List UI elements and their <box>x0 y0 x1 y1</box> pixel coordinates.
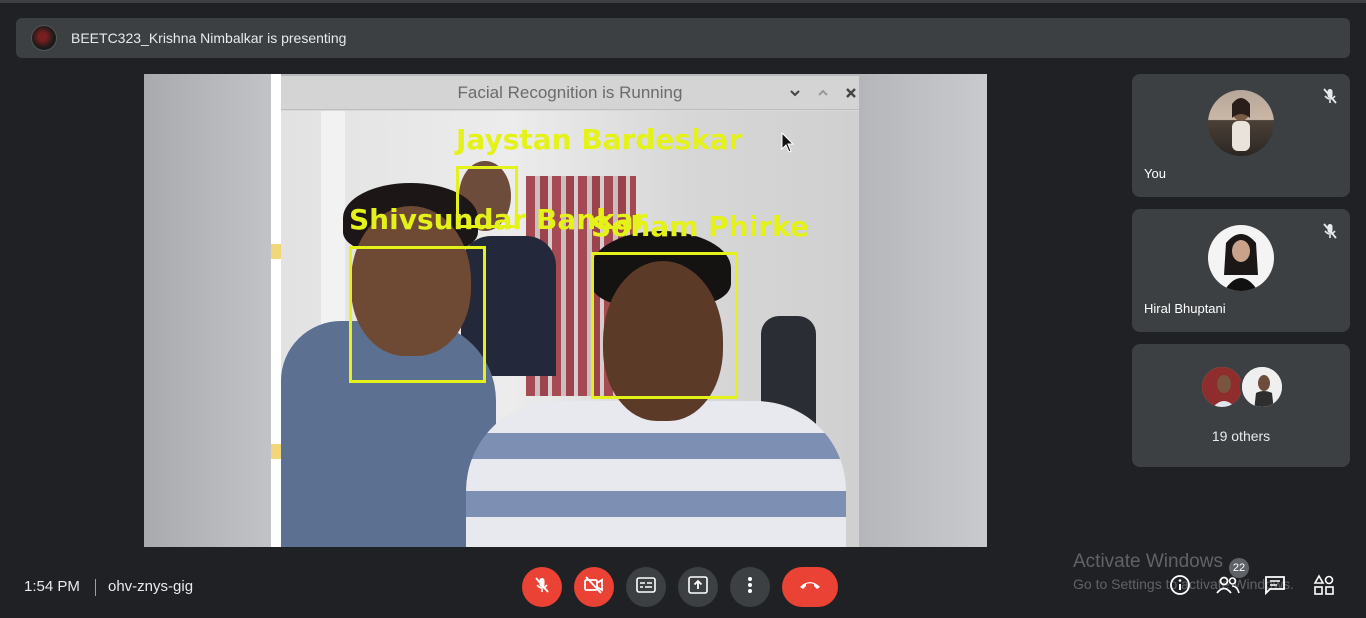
other-avatar-2 <box>1240 365 1284 409</box>
background-document-marks <box>271 74 281 547</box>
face-label-soham: Soham Phirke <box>591 210 809 243</box>
person-right-body <box>466 401 846 547</box>
chevron-down-icon <box>785 83 805 103</box>
mic-off-icon <box>1320 221 1340 241</box>
captions-button[interactable] <box>626 567 666 607</box>
leave-call-icon <box>798 578 822 596</box>
activities-button[interactable] <box>1312 573 1336 601</box>
leave-call-button[interactable] <box>782 567 838 607</box>
present-now-button[interactable] <box>678 567 718 607</box>
screen-right-margin <box>859 74 987 547</box>
chevron-up-icon <box>813 83 833 103</box>
more-options-button[interactable] <box>730 567 770 607</box>
meeting-code: ohv-znys-gig <box>108 578 194 595</box>
toggle-camera-button[interactable] <box>574 567 614 607</box>
mic-off-icon <box>532 575 552 600</box>
close-icon <box>841 83 861 103</box>
participant-name: Hiral Bhuptani <box>1144 301 1226 316</box>
other-avatar-1 <box>1200 365 1244 409</box>
window-titlebar: Facial Recognition is Running <box>281 76 859 110</box>
divider <box>95 579 96 596</box>
participant-avatar <box>1208 225 1274 291</box>
captions-icon <box>636 576 656 598</box>
chat-button[interactable] <box>1263 575 1287 599</box>
info-icon <box>1169 574 1191 601</box>
meeting-time: 1:54 PM <box>24 578 80 595</box>
participant-tile-hiral[interactable]: Hiral Bhuptani <box>1132 209 1350 332</box>
face-label-jaystan: Jaystan Bardeskar <box>456 123 743 156</box>
toggle-mic-button[interactable] <box>522 567 562 607</box>
window-title: Facial Recognition is Running <box>457 82 683 102</box>
more-icon <box>747 576 753 599</box>
others-tile[interactable]: 19 others <box>1132 344 1350 467</box>
chat-icon <box>1264 575 1286 600</box>
activate-windows-title: Activate Windows <box>1073 551 1223 572</box>
screen-left-margin <box>144 74 271 547</box>
people-count-badge: 22 <box>1229 558 1249 578</box>
others-count-label: 19 others <box>1211 428 1271 444</box>
mic-off-icon <box>1320 86 1340 106</box>
camera-feed: Jaystan Bardeskar Shivsundar Bankar Soha… <box>281 111 859 547</box>
present-icon <box>688 575 708 599</box>
activities-icon <box>1313 573 1335 601</box>
top-strip <box>0 0 1366 3</box>
people-button[interactable] <box>1216 575 1240 599</box>
presenter-avatar <box>31 25 57 51</box>
facial-recognition-window: Facial Recognition is Running Jaystan Ba… <box>281 76 859 547</box>
presenting-banner: BEETC323_Krishna Nimbalkar is presenting <box>16 18 1350 58</box>
mouse-cursor-icon <box>781 131 795 159</box>
participant-avatar <box>1208 90 1274 156</box>
camera-off-icon <box>583 575 605 600</box>
participant-name: You <box>1144 166 1166 181</box>
shared-screen: Facial Recognition is Running Jaystan Ba… <box>144 74 987 547</box>
presenting-text: BEETC323_Krishna Nimbalkar is presenting <box>71 30 347 46</box>
meeting-details-button[interactable] <box>1168 574 1192 601</box>
participant-tile-you[interactable]: You <box>1132 74 1350 197</box>
face-box-shivsundar <box>349 246 486 383</box>
people-icon <box>1216 576 1240 599</box>
face-box-soham <box>591 252 738 399</box>
